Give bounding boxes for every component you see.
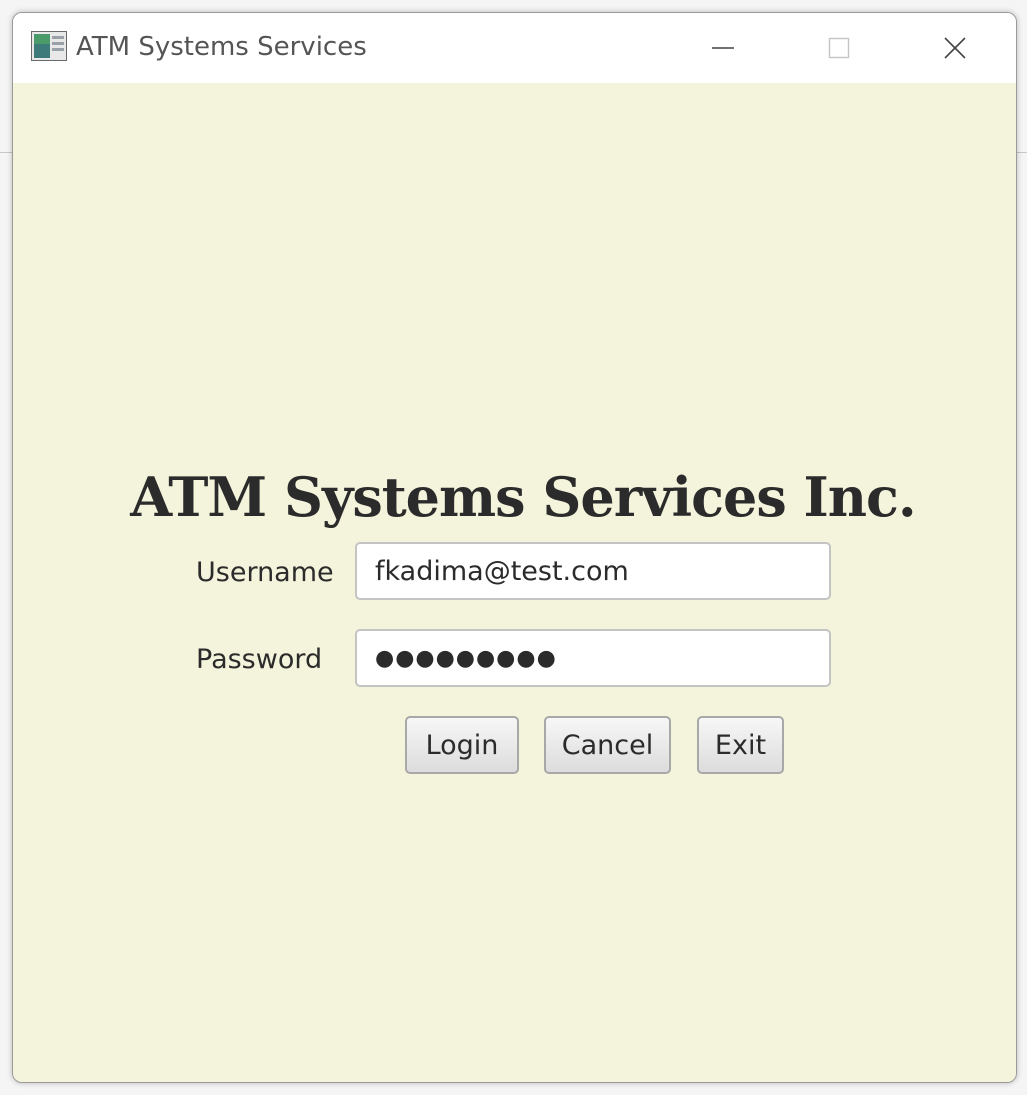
exit-button[interactable]: Exit [697, 716, 784, 774]
login-button[interactable]: Login [405, 716, 519, 774]
company-heading: ATM Systems Services Inc. [130, 465, 916, 529]
username-input[interactable] [355, 542, 831, 600]
maximize-icon [828, 37, 850, 59]
minimize-button[interactable] [665, 13, 781, 83]
minimize-icon [712, 47, 734, 49]
login-form: ATM Systems Services Inc. Username Passw… [13, 83, 1016, 1082]
password-input[interactable]: ●●●●●●●●● [355, 629, 831, 687]
password-label: Password [196, 644, 323, 675]
maximize-button[interactable] [781, 13, 897, 83]
window-title: ATM Systems Services [76, 32, 367, 62]
close-button[interactable] [897, 13, 1013, 83]
close-icon [944, 37, 966, 59]
cancel-button[interactable]: Cancel [544, 716, 671, 774]
login-window: ATM Systems Services ATM Systems Service… [12, 12, 1017, 1083]
username-label: Username [196, 557, 334, 588]
app-window-icon [31, 31, 67, 61]
title-bar[interactable]: ATM Systems Services [13, 13, 1016, 83]
